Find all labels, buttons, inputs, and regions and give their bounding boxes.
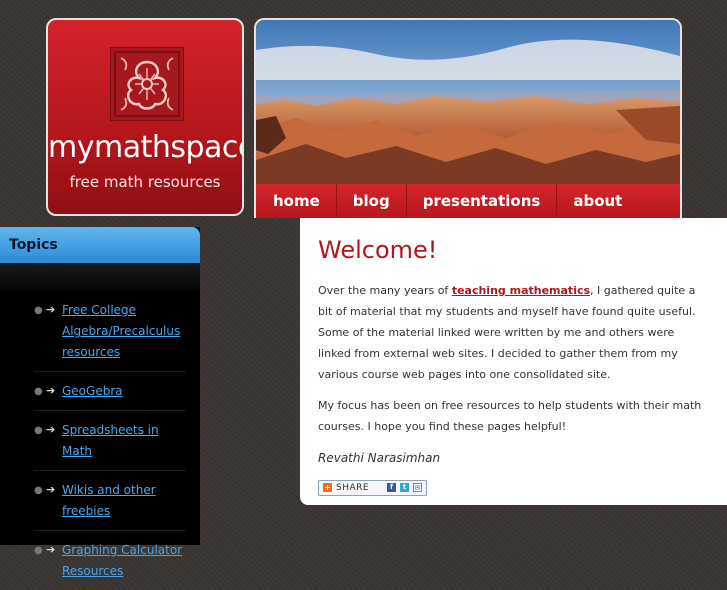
nav-about[interactable]: about — [557, 184, 638, 218]
list-item: ● ➔ GeoGebra — [34, 372, 186, 411]
focus-paragraph: My focus has been on free resources to h… — [318, 399, 702, 433]
topic-link-geogebra[interactable]: GeoGebra — [62, 381, 186, 402]
page-title: Welcome! — [318, 236, 438, 264]
list-item: ● ➔ Spreadsheets in Math — [34, 411, 186, 471]
arrow-right-icon: ➔ — [46, 543, 56, 556]
teaching-mathematics-link[interactable]: teaching mathematics — [452, 284, 590, 297]
topics-list: ● ➔ Free College Algebra/Precalculus res… — [0, 291, 200, 590]
celtic-leaf-emblem-icon — [110, 47, 184, 121]
intro-text-start: Over the many years of — [318, 284, 452, 297]
list-item: ● ➔ Graphing Calculator Resources — [34, 531, 186, 590]
arrow-right-icon: ➔ — [46, 384, 56, 397]
sidebar: Topics ● ➔ Free College Algebra/Precalcu… — [0, 227, 200, 578]
topics-heading: Topics — [0, 227, 200, 263]
arrow-right-icon: ➔ — [46, 303, 56, 316]
bullet-icon: ● — [34, 485, 43, 496]
topic-link-algebra[interactable]: Free College Algebra/Precalculus resourc… — [62, 300, 186, 363]
main-nav: home blog presentations about — [256, 184, 680, 218]
logo-box[interactable]: mymathspace free math resources — [46, 18, 244, 216]
intro-paragraph: Over the many years of teaching mathemat… — [318, 280, 709, 385]
nav-home[interactable]: home — [256, 184, 337, 218]
arrow-right-icon: ➔ — [46, 423, 56, 436]
intro-text-end: , I gathered quite a bit of material tha… — [318, 284, 696, 381]
email-icon: ✉ — [413, 483, 423, 492]
canyon-banner-image — [256, 20, 680, 184]
site-tagline: free math resources — [69, 173, 221, 191]
bullet-icon: ● — [34, 305, 43, 316]
twitter-icon: t — [400, 483, 410, 492]
topic-link-wikis[interactable]: Wikis and other freebies — [62, 480, 186, 522]
bullet-icon: ● — [34, 545, 43, 556]
list-item: ● ➔ Wikis and other freebies — [34, 471, 186, 531]
nav-presentations[interactable]: presentations — [407, 184, 558, 218]
banner: home blog presentations about — [254, 18, 682, 218]
list-item: ● ➔ Free College Algebra/Precalculus res… — [34, 291, 186, 372]
site-title: mymathspace — [48, 130, 244, 165]
topic-link-graphing-calculator[interactable]: Graphing Calculator Resources — [62, 540, 186, 582]
facebook-icon: f — [387, 483, 397, 492]
bullet-icon: ● — [34, 425, 43, 436]
nav-blog[interactable]: blog — [337, 184, 407, 218]
author-signature: Revathi Narasimhan — [318, 451, 441, 465]
bullet-icon: ● — [34, 386, 43, 397]
share-button[interactable]: + SHARE f t ✉ — [318, 479, 428, 496]
arrow-right-icon: ➔ — [46, 483, 56, 496]
topic-link-spreadsheets[interactable]: Spreadsheets in Math — [62, 420, 186, 462]
plus-icon: + — [323, 483, 332, 492]
share-label: SHARE — [336, 482, 370, 493]
sidebar-band — [0, 263, 200, 291]
main-content: Welcome! Over the many years of teaching… — [300, 218, 727, 505]
